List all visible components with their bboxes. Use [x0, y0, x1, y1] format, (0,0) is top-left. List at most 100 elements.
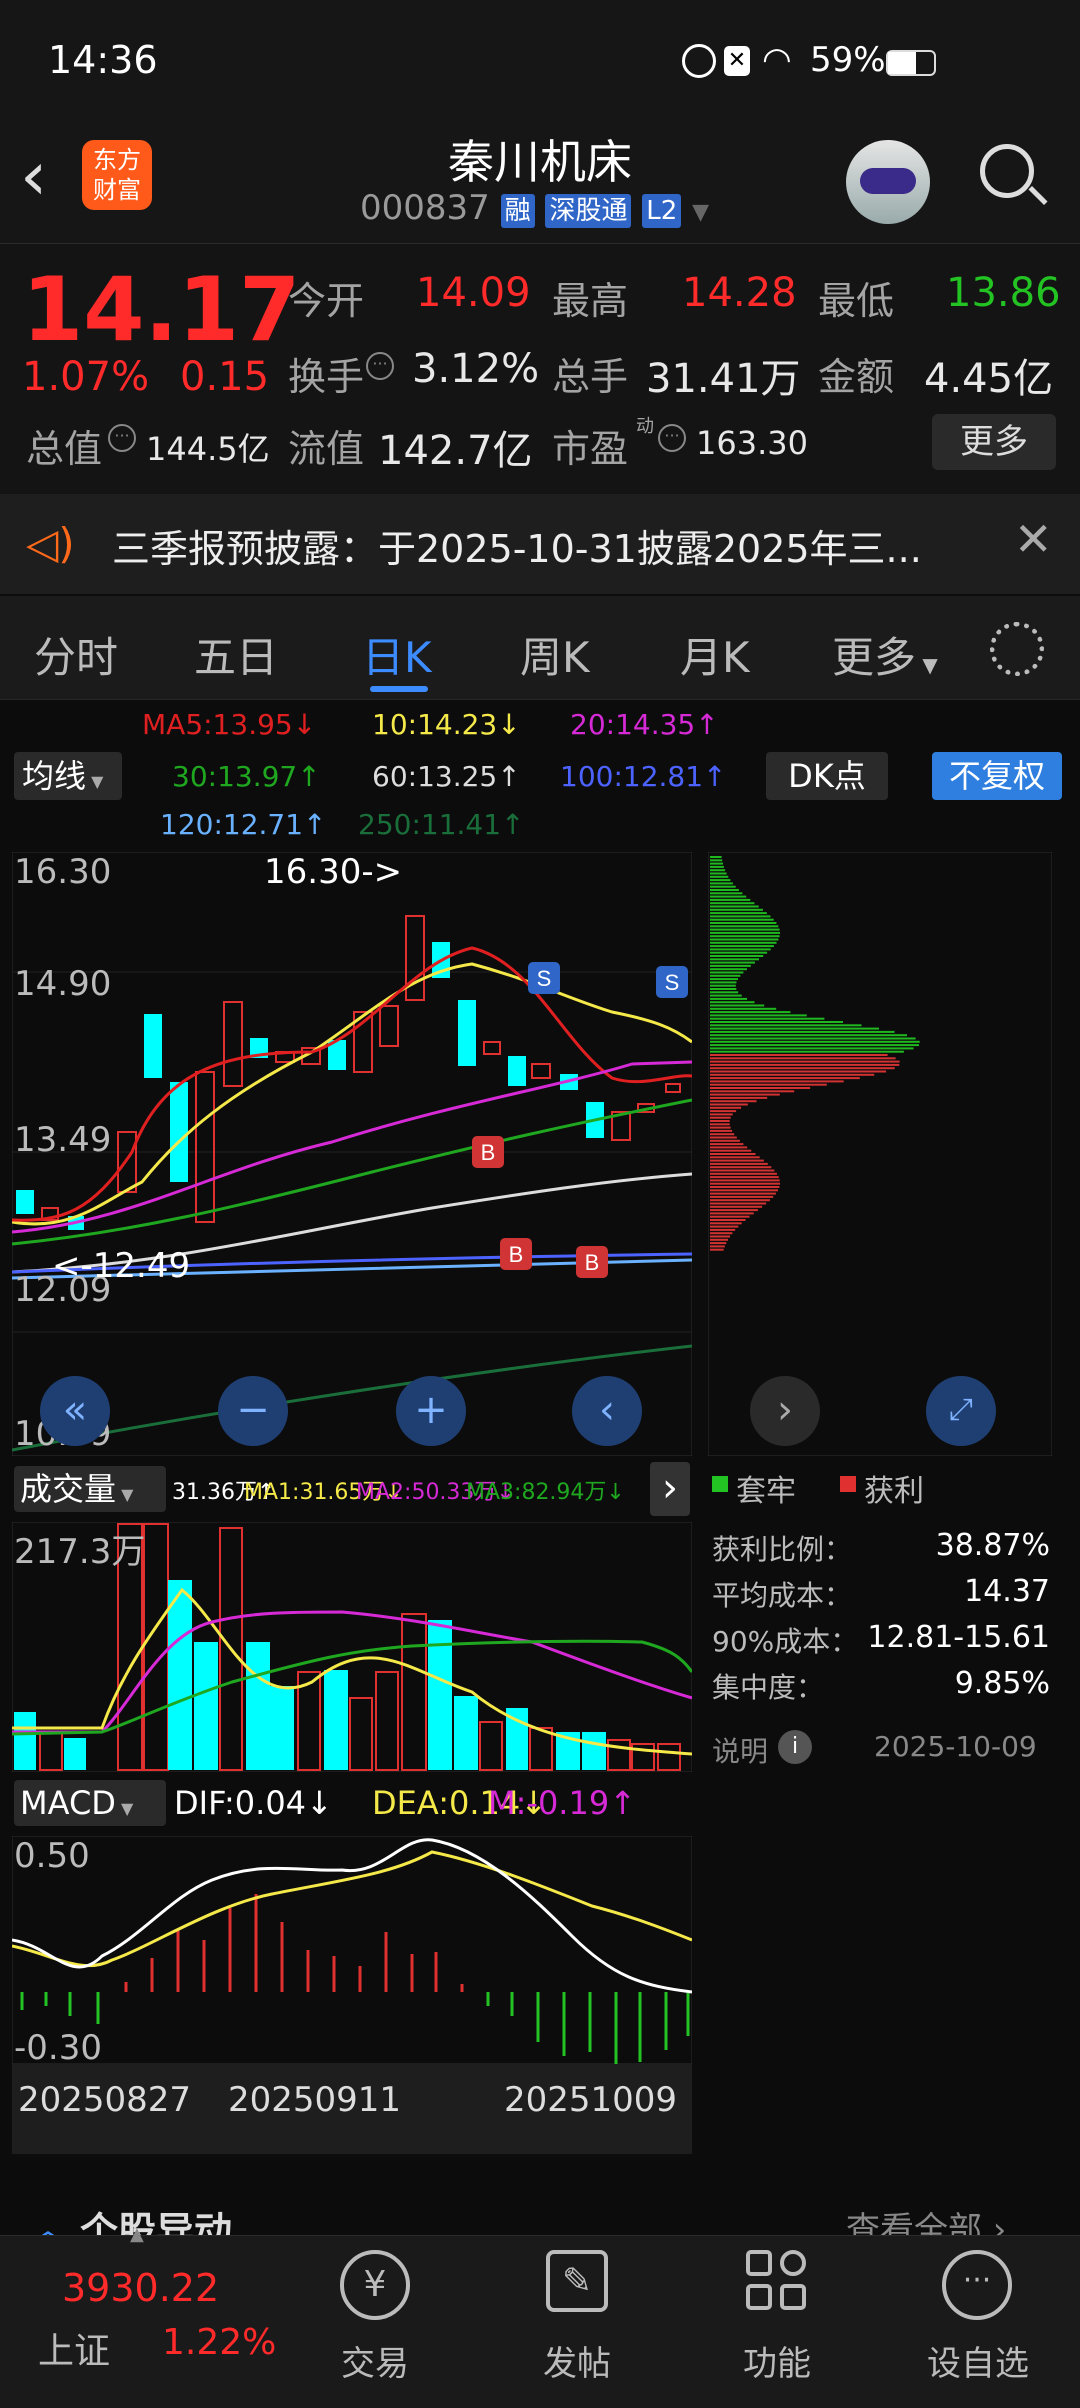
pe-label: 市盈: [552, 427, 629, 471]
tab-active-indicator: [370, 686, 428, 692]
chip-note[interactable]: 说明: [712, 1730, 768, 1770]
ma60-legend: 60:13.25↑: [372, 760, 521, 793]
candle: [195, 1071, 215, 1223]
battery-icon: [886, 50, 936, 76]
tab-intraday[interactable]: 分时: [34, 624, 118, 685]
index-pct[interactable]: 1.22%: [162, 2322, 276, 2363]
sell-marker-text: S: [537, 966, 552, 991]
y-label-2: 14.90: [14, 964, 112, 1004]
adjust-button[interactable]: 不复权: [932, 752, 1062, 800]
mktcap-value: 144.5亿: [146, 430, 270, 468]
turnover-label: 换手: [288, 355, 365, 399]
expand-icon[interactable]: ⤢: [926, 1376, 996, 1446]
chevron-down-icon: ▼: [916, 653, 938, 677]
edit-icon[interactable]: ✎: [546, 2250, 608, 2312]
low-label: 最低: [818, 279, 895, 323]
rewind-icon[interactable]: «: [40, 1376, 110, 1446]
tab-daily-k[interactable]: 日K: [362, 624, 432, 685]
gear-icon[interactable]: [990, 622, 1044, 676]
info-icon[interactable]: ···: [108, 424, 136, 452]
date-label-3: 20251009: [504, 2080, 678, 2120]
search-icon[interactable]: [980, 144, 1048, 206]
candle: [379, 1005, 399, 1047]
chip-prev-icon[interactable]: ›: [750, 1376, 820, 1446]
ma120-legend: 120:12.71↑: [160, 808, 327, 841]
alarm-icon: [682, 44, 716, 78]
dropdown-icon: ▼: [692, 200, 710, 225]
kline-chart[interactable]: B B B S S: [12, 852, 692, 1456]
grid-icon[interactable]: [746, 2250, 808, 2312]
volume-label: 总手: [552, 355, 629, 399]
prev-icon[interactable]: ‹: [572, 1376, 642, 1446]
title-bar: ‹ 东方 财富 秦川机床 000837 融 深股通 L2 ▼: [0, 120, 1080, 244]
stock-code-row[interactable]: 000837 融 深股通 L2 ▼: [360, 188, 709, 228]
more-dots-icon[interactable]: ···: [942, 2250, 1012, 2320]
change-amt: 0.15: [180, 354, 270, 400]
info-icon[interactable]: ···: [366, 352, 394, 380]
zoom-in-icon[interactable]: +: [396, 1376, 466, 1446]
trade-icon[interactable]: ¥: [340, 2250, 410, 2320]
y-label-3: 13.49: [14, 1120, 112, 1160]
macd-top-label: 0.50: [14, 1836, 90, 1876]
legend-trap-swatch: [712, 1476, 728, 1492]
index-value[interactable]: 3930.22: [62, 2266, 219, 2310]
tag-shenzhen-connect: 深股通: [545, 194, 632, 228]
expand-right-icon[interactable]: ›: [650, 1462, 690, 1516]
ma10-legend: 10:14.23↓: [372, 708, 521, 741]
macd-selector[interactable]: MACD ▼: [14, 1780, 166, 1826]
speaker-icon: ◁): [26, 519, 75, 568]
macd-chart[interactable]: [12, 1836, 692, 2064]
index-name[interactable]: 上证: [38, 2322, 110, 2374]
notice-bar[interactable]: ◁) 三季报预披露：于2025-10-31披露2025年三... ✕: [0, 494, 1080, 594]
volume-value: 31.41万: [646, 356, 801, 402]
buy-marker-text: B: [585, 1250, 600, 1275]
chevron-up-icon[interactable]: ▲: [130, 2224, 144, 2245]
pe-dynamic-mark: 动: [636, 416, 654, 437]
tab-more[interactable]: 更多 ▼: [832, 624, 938, 685]
nav-trade[interactable]: 交易: [330, 2336, 420, 2385]
assistant-robot-icon[interactable]: [846, 140, 930, 224]
amount-value: 4.45亿: [924, 356, 1054, 402]
mktcap-label: 总值: [26, 427, 103, 471]
chip-row-key: 90%成本：: [712, 1625, 859, 1658]
close-icon[interactable]: ✕: [1014, 512, 1053, 566]
pe-value: 163.30: [696, 424, 808, 462]
chip-row-key: 集中度：: [712, 1671, 825, 1704]
chip-row-value: 9.85%: [954, 1666, 1050, 1701]
candle: [458, 1000, 476, 1066]
info-icon[interactable]: ···: [658, 424, 686, 452]
nav-add-watch[interactable]: 设自选: [918, 2336, 1038, 2385]
buy-marker-text: B: [509, 1242, 524, 1267]
more-quote-button[interactable]: 更多: [932, 414, 1056, 470]
chip-row: 集中度： 9.85%: [712, 1666, 1050, 1712]
chip-distribution-chart: [708, 852, 1052, 1456]
nav-function[interactable]: 功能: [732, 2336, 822, 2385]
open-label: 今开: [288, 279, 365, 323]
battery-text: 59%: [810, 40, 886, 80]
dk-point-button[interactable]: DK点: [766, 752, 888, 800]
ma-selector[interactable]: 均线 ▼: [14, 752, 122, 800]
candle: [508, 1056, 526, 1086]
chevron-down-icon: ▼: [116, 1485, 134, 1504]
tab-five-day[interactable]: 五日: [194, 624, 278, 685]
zoom-out-icon[interactable]: −: [218, 1376, 288, 1446]
macd-dif: DIF:0.04↓: [174, 1784, 333, 1822]
volume-selector[interactable]: 成交量 ▼: [14, 1466, 166, 1512]
candles: [16, 915, 681, 1230]
chip-row: 90%成本： 12.81-15.61: [712, 1620, 1050, 1666]
float-label: 流值: [288, 427, 365, 471]
low-value: 13.86: [946, 270, 1061, 316]
tab-weekly-k[interactable]: 周K: [520, 624, 590, 685]
chip-row-key: 获利比例：: [712, 1533, 853, 1566]
ma30-legend: 30:13.97↑: [172, 760, 321, 793]
chip-row-value: 38.87%: [935, 1528, 1050, 1563]
ma-selector-label: 均线: [22, 757, 87, 795]
candle: [531, 1063, 551, 1079]
info-icon[interactable]: i: [778, 1730, 812, 1764]
sell-marker-text: S: [665, 970, 680, 995]
ma250-legend: 250:11.41↑: [358, 808, 525, 841]
nav-post[interactable]: 发帖: [532, 2336, 622, 2385]
tab-monthly-k[interactable]: 月K: [680, 624, 750, 685]
candle: [117, 1131, 137, 1193]
candle: [170, 1082, 188, 1182]
